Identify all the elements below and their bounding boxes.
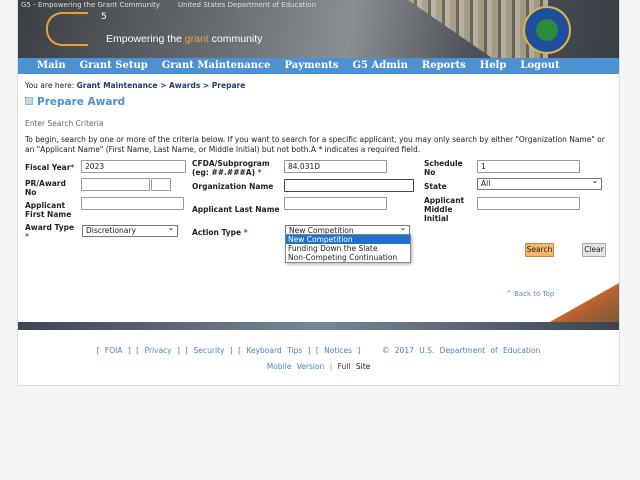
tagline-accent: grant bbox=[184, 33, 209, 45]
middle-initial-label: Applicant Middle Initial bbox=[424, 196, 465, 223]
page-title-text: Prepare Award bbox=[37, 96, 126, 108]
first-name-label: Applicant First Name bbox=[25, 201, 72, 219]
fiscal-year-input[interactable]: 2023 bbox=[81, 160, 186, 173]
back-to-top-link[interactable]: ^ Back to Top bbox=[506, 290, 554, 298]
footer-nav-links[interactable]: [ FOIA ] [ Privacy ] [ Security ] [ Keyb… bbox=[97, 346, 361, 355]
pr-award-input[interactable] bbox=[81, 178, 150, 191]
search-button[interactable]: Search bbox=[525, 243, 554, 257]
page-title: Prepare Award bbox=[25, 96, 125, 108]
nav-grant-maintenance[interactable]: Grant Maintenance bbox=[162, 58, 271, 74]
pr-award-suffix-input[interactable] bbox=[151, 178, 171, 191]
option-funding-down-the-slate[interactable]: Funding Down the Slate bbox=[286, 244, 410, 253]
tagline-pre: Empowering the bbox=[106, 33, 185, 45]
instructions: To begin, search by one or more of the c… bbox=[25, 135, 605, 154]
cfda-input[interactable]: 84.031D bbox=[284, 160, 387, 173]
breadcrumb-prefix: You are here: bbox=[25, 81, 77, 90]
fiscal-year-label: Fiscal Year* bbox=[25, 163, 75, 172]
mobile-version-link[interactable]: Mobile Version bbox=[267, 362, 325, 371]
nav-logout[interactable]: Logout bbox=[520, 58, 559, 74]
ed-logo-alt-text: United States Department of Education bbox=[178, 1, 317, 9]
g5-logo-superscript: 5 bbox=[101, 12, 107, 22]
site-version: Mobile Version | Full Site bbox=[18, 362, 619, 371]
action-type-label: Action Type * bbox=[192, 228, 248, 237]
page-icon bbox=[25, 97, 33, 105]
state-label: State bbox=[424, 182, 447, 191]
clear-button[interactable]: Clear bbox=[582, 243, 606, 257]
nav-g5-admin[interactable]: G5 Admin bbox=[353, 58, 408, 74]
g5-logo-alt-text: G5 - Empowering the Grant Community bbox=[21, 1, 161, 9]
option-non-competing-continuation[interactable]: Non-Competing Continuation bbox=[286, 253, 410, 262]
footer-image-strip bbox=[18, 322, 619, 330]
nav-main[interactable]: Main bbox=[37, 58, 66, 74]
last-name-label: Applicant Last Name bbox=[192, 205, 280, 214]
award-type-label: Award Type * bbox=[25, 223, 75, 241]
footer-links: [ FOIA ] [ Privacy ] [ Security ] [ Keyb… bbox=[18, 346, 619, 355]
action-type-dropdown: New Competition Funding Down the Slate N… bbox=[285, 234, 411, 263]
site-label: Site bbox=[355, 362, 371, 371]
main-nav: Main Grant Setup Grant Maintenance Payme… bbox=[18, 58, 619, 74]
middle-initial-input[interactable] bbox=[477, 197, 580, 210]
breadcrumb-path[interactable]: Grant Maintenance > Awards > Prepare bbox=[77, 81, 246, 90]
org-name-input[interactable] bbox=[284, 179, 414, 192]
nav-reports[interactable]: Reports bbox=[422, 58, 466, 74]
option-new-competition[interactable]: New Competition bbox=[286, 235, 410, 244]
org-name-label: Organization Name bbox=[192, 182, 274, 191]
state-select[interactable]: All bbox=[477, 176, 602, 190]
copyright: © 2017 U.S. Department of Education bbox=[381, 346, 541, 355]
header-banner: G5 - Empowering the Grant Community Unit… bbox=[18, 0, 619, 58]
last-name-input[interactable] bbox=[284, 197, 387, 210]
award-type-select[interactable]: Discretionary bbox=[82, 223, 178, 237]
department-seal-icon bbox=[523, 6, 571, 54]
breadcrumb: You are here: Grant Maintenance > Awards… bbox=[25, 81, 245, 90]
classroom-image bbox=[548, 283, 619, 323]
cfda-label: CFDA/Subprogram (eg: ##.###A) * bbox=[192, 159, 270, 177]
tagline-post: community bbox=[208, 33, 263, 45]
pr-award-label: PR/Award No bbox=[25, 179, 66, 197]
full-label: Full bbox=[337, 362, 351, 371]
schedule-no-label: Schedule No bbox=[424, 159, 463, 177]
g5-logo bbox=[46, 12, 88, 46]
separator: | bbox=[329, 362, 333, 371]
page-container: G5 - Empowering the Grant Community Unit… bbox=[17, 0, 620, 386]
tagline: Empowering the grant community bbox=[106, 33, 262, 45]
section-heading: Enter Search Criteria bbox=[25, 119, 104, 128]
first-name-input[interactable] bbox=[81, 197, 184, 210]
nav-payments[interactable]: Payments bbox=[284, 58, 338, 74]
nav-grant-setup[interactable]: Grant Setup bbox=[80, 58, 148, 74]
nav-help[interactable]: Help bbox=[480, 58, 507, 74]
schedule-no-input[interactable]: 1 bbox=[477, 160, 580, 173]
